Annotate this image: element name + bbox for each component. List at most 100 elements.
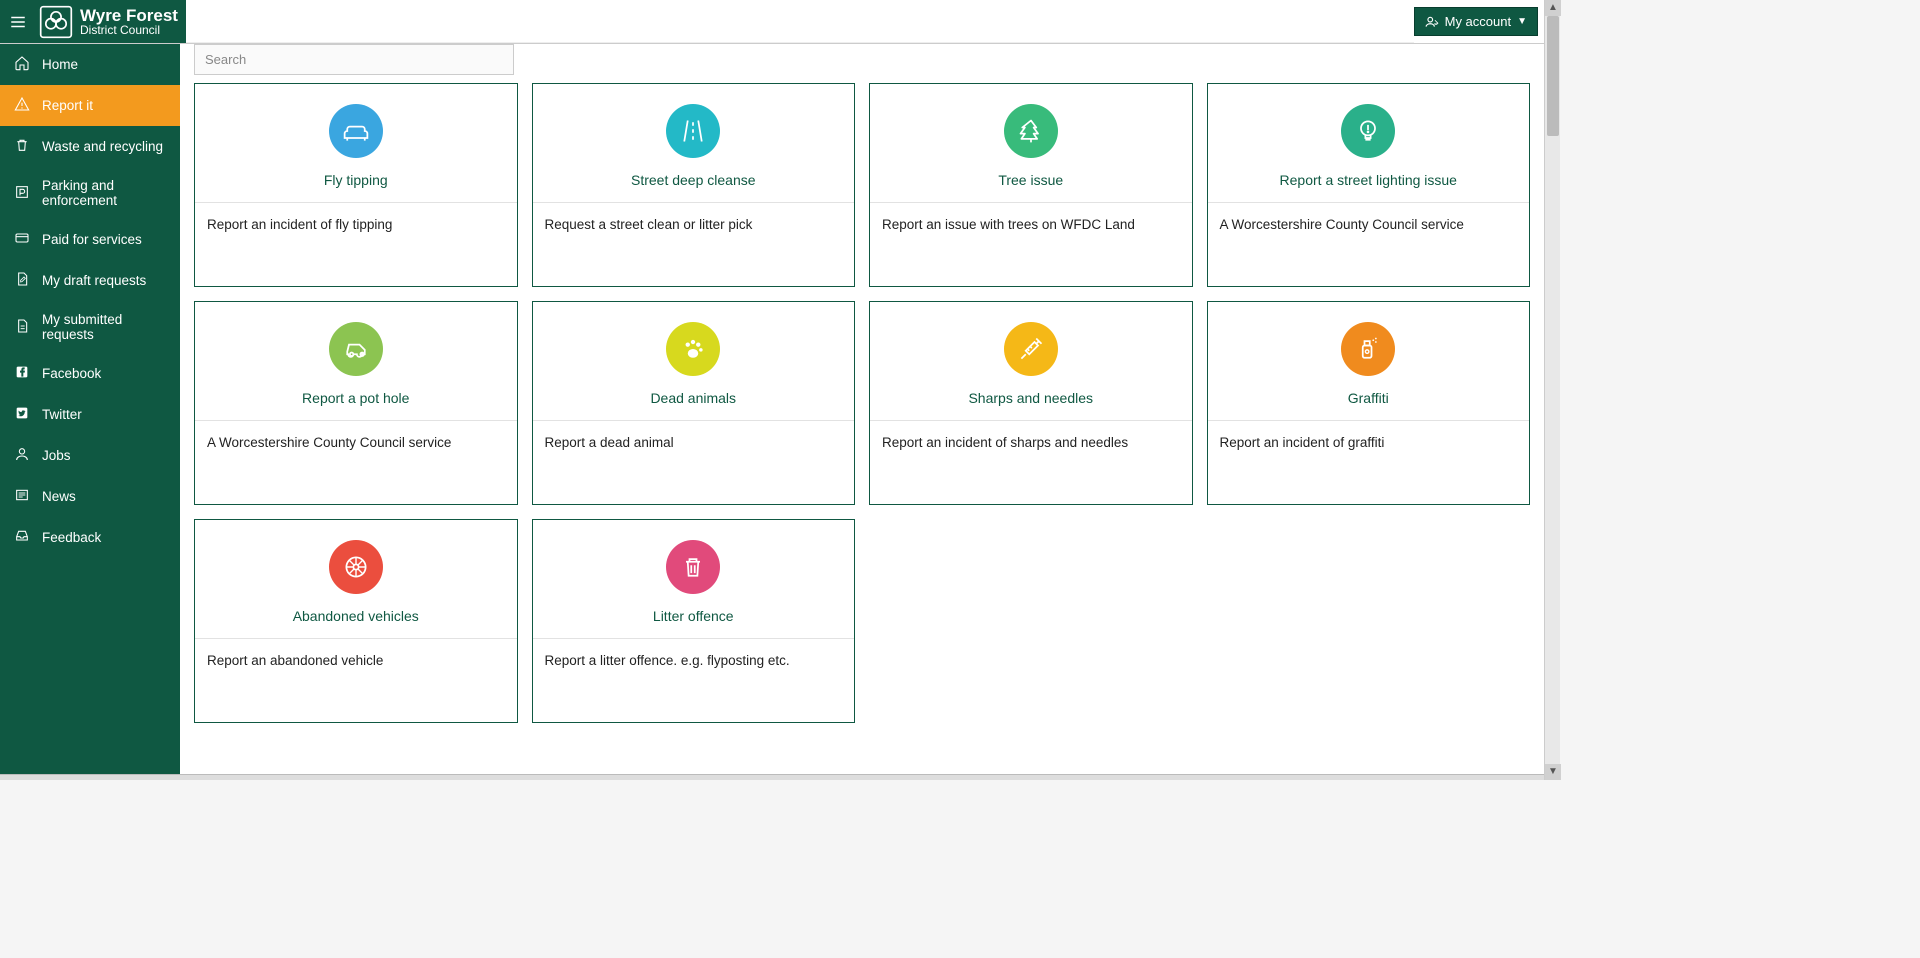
sidebar-item-waste[interactable]: Waste and recycling [0,126,180,167]
card-header: Report a pot hole [195,302,517,421]
card-sharps[interactable]: Sharps and needles Report an incident of … [869,301,1193,505]
card-tree[interactable]: Tree issue Report an issue with trees on … [869,83,1193,287]
search-input[interactable] [194,44,514,75]
bin-icon [666,540,720,594]
card-header: Abandoned vehicles [195,520,517,639]
card-description: Request a street clean or litter pick [533,203,855,286]
scroll-up-arrow-icon[interactable]: ▲ [1545,0,1561,16]
sidebar-item-facebook[interactable]: Facebook [0,353,180,394]
brand-subtitle: District Council [80,24,178,36]
bulb-icon [1341,104,1395,158]
card-description: Report an incident of graffiti [1208,421,1530,504]
sidebar-item-report-it[interactable]: Report it [0,85,180,126]
card-title: Fly tipping [324,172,388,188]
card-graffiti[interactable]: Graffiti Report an incident of graffiti [1207,301,1531,505]
sofa-icon [329,104,383,158]
card-title: Report a street lighting issue [1280,172,1457,188]
sidebar-nav: Home Report it Waste and recycling Parking … [0,44,180,774]
scroll-thumb[interactable] [1547,16,1559,136]
sidebar-item-label: Parking and enforcement [42,178,166,208]
sidebar-item-label: Home [42,57,78,72]
sidebar-item-paid[interactable]: Paid for services [0,219,180,260]
sidebar-item-label: Twitter [42,407,82,422]
card-description: Report an abandoned vehicle [195,639,517,722]
card-description: Report an incident of sharps and needles [870,421,1192,504]
card-title: Abandoned vehicles [293,608,419,624]
card-lighting[interactable]: Report a street lighting issue A Worceste… [1207,83,1531,287]
card-description: Report an issue with trees on WFDC Land [870,203,1192,286]
news-icon [14,487,30,506]
sidebar-item-label: Feedback [42,530,101,545]
tree-icon [1004,104,1058,158]
card-header: Tree issue [870,84,1192,203]
card-fly-tipping[interactable]: Fly tipping Report an incident of fly tip… [194,83,518,287]
search-container [180,44,1544,83]
card-header: Fly tipping [195,84,517,203]
wheel-icon [329,540,383,594]
card-description: Report an incident of fly tipping [195,203,517,286]
paw-icon [666,322,720,376]
card-header: Street deep cleanse [533,84,855,203]
card-header: Graffiti [1208,302,1530,421]
doc-icon [14,318,30,337]
card-title: Report a pot hole [302,390,409,406]
person-key-icon [1425,15,1439,29]
card-dead-animals[interactable]: Dead animals Report a dead animal [532,301,856,505]
sidebar-item-news[interactable]: News [0,476,180,517]
cards-grid: Fly tipping Report an incident of fly tip… [180,83,1544,723]
card-street-clean[interactable]: Street deep cleanse Request a street clea… [532,83,856,287]
sidebar-item-label: Paid for services [42,232,142,247]
sidebar-item-home[interactable]: Home [0,44,180,85]
card-title: Tree issue [998,172,1063,188]
card-header: Report a street lighting issue [1208,84,1530,203]
vertical-scrollbar[interactable]: ▲ ▼ [1544,0,1560,780]
sidebar-item-label: Report it [42,98,93,113]
alert-icon [14,96,30,115]
card-description: Report a litter offence. e.g. flyposting… [533,639,855,722]
header-left: Wyre Forest District Council [0,0,186,43]
header-bar: Wyre Forest District Council My account … [0,0,1544,44]
road-icon [666,104,720,158]
main-content: Fly tipping Report an incident of fly tip… [180,44,1544,774]
my-account-button[interactable]: My account ▼ [1414,7,1538,36]
sidebar-item-parking[interactable]: Parking and enforcement [0,167,180,219]
sidebar-item-label: My draft requests [42,273,146,288]
trash-icon [14,137,30,156]
caret-down-icon: ▼ [1517,16,1527,27]
scroll-down-arrow-icon[interactable]: ▼ [1545,764,1561,780]
card-pothole[interactable]: Report a pot hole A Worcestershire County… [194,301,518,505]
card-abandoned[interactable]: Abandoned vehicles Report an abandoned ve… [194,519,518,723]
sidebar-item-label: Facebook [42,366,101,381]
person-icon [14,446,30,465]
sidebar-item-label: My submitted requests [42,312,166,342]
sidebar-item-twitter[interactable]: Twitter [0,394,180,435]
sidebar-item-draft[interactable]: My draft requests [0,260,180,301]
card-title: Sharps and needles [968,390,1093,406]
header-spacer [186,0,1414,43]
sidebar-item-feedback[interactable]: Feedback [0,517,180,558]
sidebar-item-jobs[interactable]: Jobs [0,435,180,476]
header-right: My account ▼ [1414,0,1544,43]
card-description: Report a dead animal [533,421,855,504]
card-title: Dead animals [650,390,736,406]
card-title: Graffiti [1348,390,1389,406]
inbox-icon [14,528,30,547]
hamburger-icon [9,13,27,31]
card-litter[interactable]: Litter offenceReport a litter offence. e… [532,519,856,723]
sidebar-item-submitted[interactable]: My submitted requests [0,301,180,353]
card-description: A Worcestershire County Council service [1208,203,1530,286]
bottom-status-bar [0,774,1544,780]
syringe-icon [1004,322,1058,376]
menu-toggle-button[interactable] [0,0,36,43]
card-icon [14,230,30,249]
card-header: Litter offence [533,520,855,639]
parking-icon [14,184,30,203]
account-label: My account [1445,14,1511,29]
card-title: Street deep cleanse [631,172,756,188]
sidebar-item-label: Waste and recycling [42,139,163,154]
sidebar-item-label: Jobs [42,448,71,463]
card-description: A Worcestershire County Council service [195,421,517,504]
home-icon [14,55,30,74]
doc-pencil-icon [14,271,30,290]
brand-logo[interactable]: Wyre Forest District Council [36,0,186,43]
